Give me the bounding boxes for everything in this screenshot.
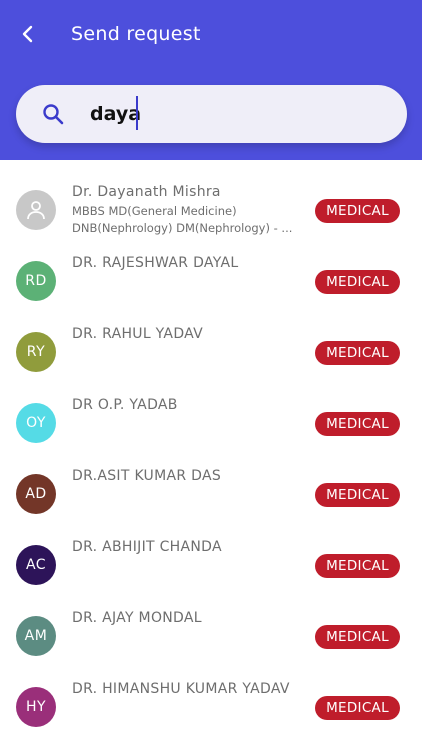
search-bar[interactable] [16, 85, 407, 143]
doctor-row[interactable]: RD DR. RAJESHWAR DAYAL MEDICAL [0, 251, 422, 322]
avatar-initials: AD [25, 486, 47, 502]
avatar-initials: RY [26, 344, 46, 360]
avatar-initials: AC [25, 557, 47, 573]
category-badge: MEDICAL [315, 696, 400, 720]
category-badge: MEDICAL [315, 554, 400, 578]
doctor-qualification: MBBS MD(General Medicine) [72, 204, 237, 218]
avatar-initials: HY [25, 699, 47, 715]
doctor-name: DR O.P. YADAB [72, 397, 178, 413]
doctor-row[interactable]: Dr. Dayanath Mishra MBBS MD(General Medic… [0, 180, 422, 251]
doctor-name: DR. ABHIJIT CHANDA [72, 539, 222, 555]
avatar: OY [16, 403, 56, 443]
avatar-initials: OY [26, 415, 46, 431]
category-badge: MEDICAL [315, 341, 400, 365]
doctor-name: Dr. Dayanath Mishra [72, 184, 221, 200]
doctor-name: DR.ASIT KUMAR DAS [72, 468, 222, 484]
category-badge: MEDICAL [315, 199, 400, 223]
chevron-left-icon [22, 25, 33, 43]
avatar: RD [16, 261, 56, 301]
doctor-list: Dr. Dayanath Mishra MBBS MD(General Medic… [0, 160, 422, 750]
doctor-row[interactable]: AC DR. ABHIJIT CHANDA MEDICAL [0, 535, 422, 606]
doctor-row[interactable]: AM DR. AJAY MONDAL MEDICAL [0, 606, 422, 677]
doctor-name: DR. AJAY MONDAL [72, 610, 202, 626]
doctor-qualification: DNB(Nephrology) DM(Nephrology) - ... [72, 221, 293, 235]
category-badge: MEDICAL [315, 483, 400, 507]
avatar: AC [16, 545, 56, 585]
avatar: HY [16, 687, 56, 727]
doctor-name: DR. HIMANSHU KUMAR YADAV [72, 681, 290, 697]
category-badge: MEDICAL [315, 625, 400, 649]
app-header: Send request [0, 0, 422, 160]
doctor-row[interactable]: AD DR.ASIT KUMAR DAS MEDICAL [0, 464, 422, 535]
avatar: RY [16, 332, 56, 372]
avatar: AM [16, 616, 56, 656]
doctor-row[interactable]: RY DR. RAHUL YADAV MEDICAL [0, 322, 422, 393]
back-button[interactable] [14, 20, 42, 48]
doctor-name: DR. RAHUL YADAV [72, 326, 204, 342]
avatar-initials: RD [25, 273, 47, 289]
doctor-name: DR. RAJESHWAR DAYAL [72, 255, 239, 271]
category-badge: MEDICAL [315, 270, 400, 294]
doctor-row[interactable]: HY DR. HIMANSHU KUMAR YADAV MEDICAL [0, 677, 422, 748]
avatar-initials: AM [24, 628, 48, 644]
avatar [16, 190, 56, 230]
search-input[interactable] [90, 97, 380, 131]
text-caret [136, 96, 138, 130]
search-icon [43, 104, 64, 125]
doctor-row[interactable]: OY DR O.P. YADAB MEDICAL [0, 393, 422, 464]
category-badge: MEDICAL [315, 412, 400, 436]
avatar: AD [16, 474, 56, 514]
user-icon [27, 201, 45, 220]
page-title: Send request [71, 23, 201, 45]
